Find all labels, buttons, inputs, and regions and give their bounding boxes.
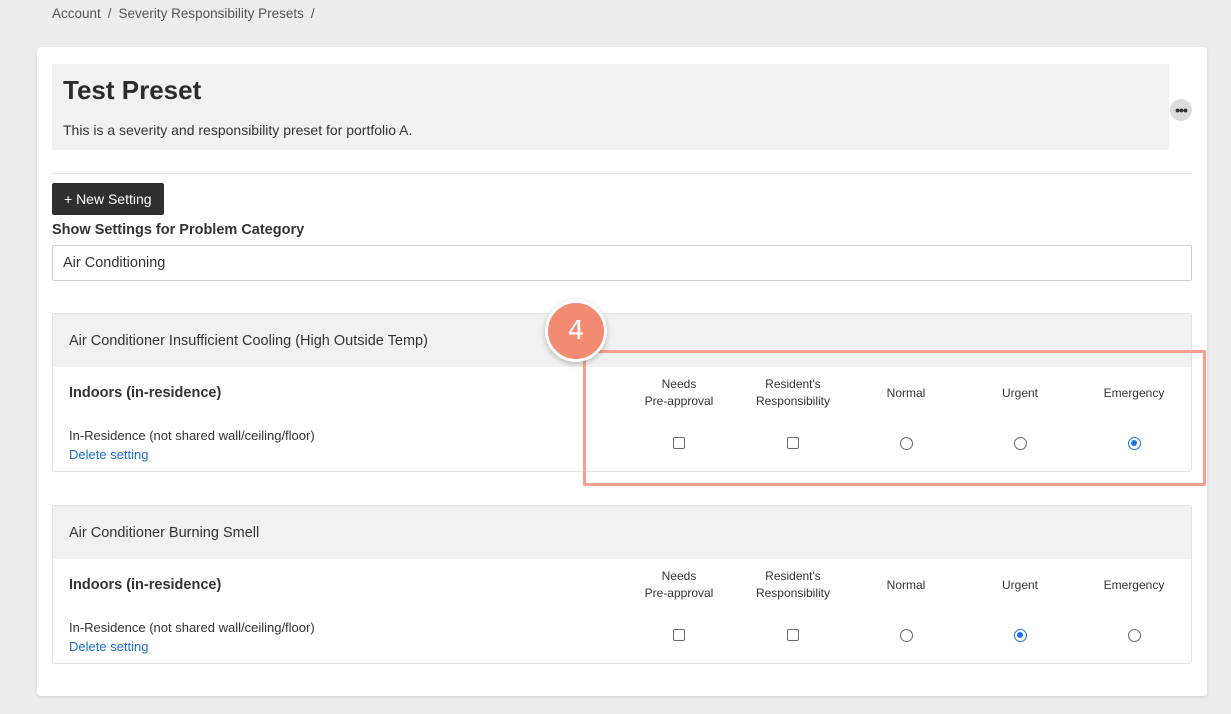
residents-responsibility-checkbox[interactable] <box>787 629 799 641</box>
breadcrumb: Account / Severity Responsibility Preset… <box>52 6 315 21</box>
problem-category-input[interactable] <box>52 245 1192 281</box>
setting-card: Air Conditioner Burning Smell Indoors (i… <box>52 505 1192 664</box>
preset-description: This is a severity and responsibility pr… <box>63 122 413 138</box>
severity-normal-radio[interactable] <box>899 629 913 642</box>
location-group: Indoors (in-residence) <box>69 385 222 401</box>
preset-header: Test Preset This is a severity and respo… <box>52 64 1169 150</box>
location-label: In-Residence (not shared wall/ceiling/fl… <box>69 620 315 635</box>
step-number-badge: 4 <box>545 300 607 362</box>
highlight-box <box>583 350 1206 486</box>
needs-preapproval-checkbox[interactable] <box>673 629 685 641</box>
breadcrumb-link-account[interactable]: Account <box>52 6 101 21</box>
column-header-needs-preapproval: Needs Pre-approval <box>644 569 714 600</box>
page-title: Test Preset <box>63 75 202 105</box>
breadcrumb-separator: / <box>310 6 315 21</box>
setting-title: Air Conditioner Burning Smell <box>53 506 1191 559</box>
column-header-normal: Normal <box>886 577 926 592</box>
column-header-residents-responsibility: Resident's Responsibility <box>755 569 831 600</box>
column-header-emergency: Emergency <box>1103 577 1165 592</box>
filter-label: Show Settings for Problem Category <box>52 222 305 238</box>
ellipsis-icon[interactable]: ••• <box>1170 99 1192 121</box>
location-group: Indoors (in-residence) <box>69 577 222 593</box>
column-header-urgent: Urgent <box>1001 577 1039 592</box>
new-setting-button[interactable]: + New Setting <box>52 183 164 215</box>
delete-setting-link[interactable]: Delete setting <box>69 639 149 654</box>
breadcrumb-link-presets[interactable]: Severity Responsibility Presets <box>119 6 304 21</box>
divider <box>52 173 1192 174</box>
severity-urgent-radio[interactable] <box>1013 629 1027 642</box>
location-label: In-Residence (not shared wall/ceiling/fl… <box>69 428 315 443</box>
severity-emergency-radio[interactable] <box>1127 629 1141 642</box>
breadcrumb-separator: / <box>107 6 112 21</box>
delete-setting-link[interactable]: Delete setting <box>69 447 149 462</box>
